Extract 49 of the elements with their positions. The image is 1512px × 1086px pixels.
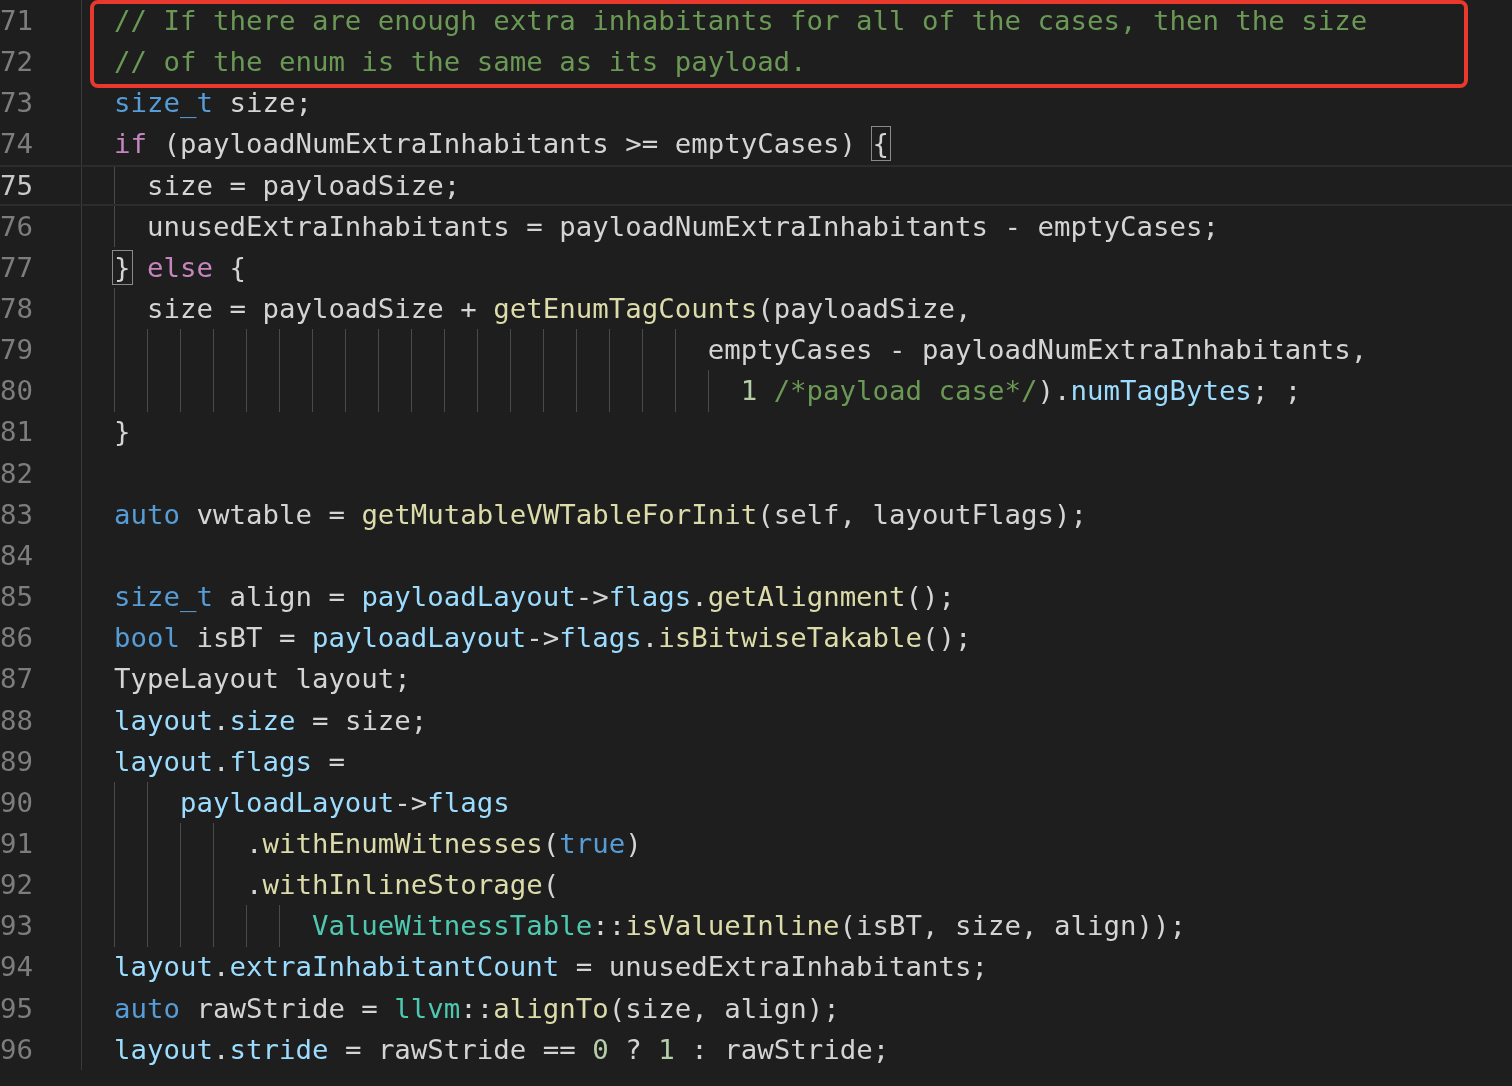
line-number: 87 — [0, 665, 32, 693]
code-line: layout.size = size; — [114, 706, 428, 734]
line-number: 78 — [0, 294, 32, 323]
line-number: 89 — [0, 747, 32, 776]
code-line: unusedExtraInhabitants = payloadNumExtraInhabitants - emptyCases; — [145, 212, 1219, 241]
code-line: // If there are enough extra inhabitants for all of the cases, then the size — [114, 6, 1368, 35]
line-number: 79 — [0, 336, 32, 364]
code-line: payloadLayout->flags — [178, 788, 510, 817]
line-number: 91 — [0, 830, 32, 858]
line-number: 77 — [0, 253, 32, 282]
line-number: 72 — [0, 48, 32, 76]
code-line: } else { — [114, 253, 246, 282]
code-line: .withEnumWitnesses(true) — [244, 830, 642, 858]
code-line: .withInlineStorage( — [244, 871, 560, 899]
code-line: bool isBT = payloadLayout->flags.isBitwiseTakable(); — [114, 624, 972, 652]
code-line: auto vwtable = getMutableVWTableForInit(self, layoutFlags); — [114, 500, 1087, 529]
line-number: 94 — [0, 953, 32, 981]
line-number: 74 — [0, 130, 32, 158]
line-number: 93 — [0, 912, 32, 940]
code-line: ValueWitnessTable::isValueInline(isBT, size, align)); — [310, 912, 1186, 940]
line-number: 76 — [0, 212, 32, 241]
line-number: 73 — [0, 89, 32, 117]
code-line: // of the enum is the same as its payload. — [114, 48, 807, 76]
line-number: 80 — [0, 377, 32, 405]
code-line: size_t align = payloadLayout->flags.getAlignment(); — [114, 583, 956, 611]
code-line: size = payloadSize + getEnumTagCounts(payloadSize, — [145, 294, 972, 323]
code-line: } — [114, 418, 131, 446]
code-line: auto rawStride = llvm::alignTo(size, align); — [114, 994, 840, 1023]
code-line: layout.stride = rawStride == 0 ? 1 : rawStride; — [114, 1035, 890, 1064]
code-line: size_t size; — [114, 89, 312, 117]
line-number: 88 — [0, 706, 32, 734]
code-line: 1 /*payload case*/).numTagBytes; ; — [739, 377, 1302, 405]
code-line: layout.extraInhabitantCount = unusedExtraInhabitants; — [114, 953, 989, 981]
line-number: 96 — [0, 1035, 32, 1064]
line-number: 90 — [0, 788, 32, 817]
line-number: 86 — [0, 624, 32, 652]
code-line: layout.flags = — [114, 747, 345, 776]
line-number: 81 — [0, 418, 32, 446]
line-number: 85 — [0, 583, 32, 611]
line-number: 82 — [0, 459, 32, 487]
line-number: 95 — [0, 994, 32, 1023]
code-line: TypeLayout layout; — [114, 665, 411, 693]
line-number: 75 — [0, 171, 32, 199]
line-number: 83 — [0, 500, 32, 529]
line-number: 92 — [0, 871, 32, 899]
line-number: 84 — [0, 541, 32, 570]
code-line: size = payloadSize; — [145, 171, 461, 199]
line-number: 71 — [0, 6, 32, 35]
code-line: emptyCases - payloadNumExtraInhabitants, — [706, 336, 1368, 364]
